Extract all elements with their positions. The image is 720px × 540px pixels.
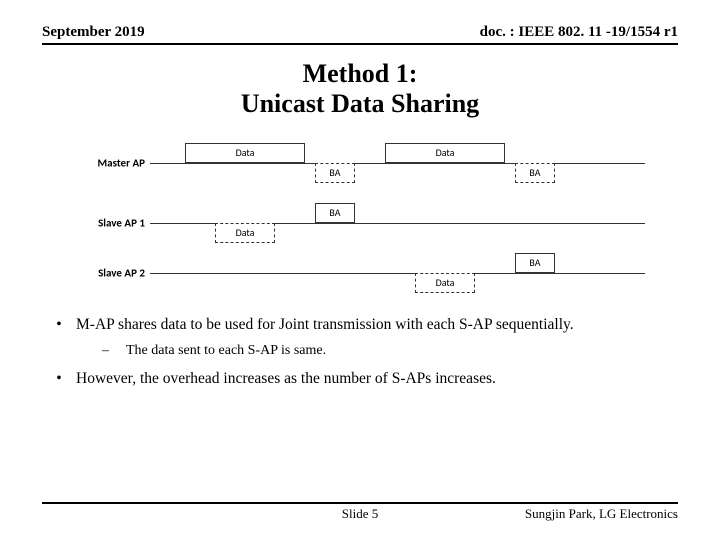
box-ba-1b: BA	[315, 203, 355, 223]
sub-bullet-marker: –	[102, 342, 126, 361]
header-date: September 2019	[42, 24, 145, 41]
slide-title: Method 1: Unicast Data Sharing	[42, 59, 678, 119]
box-ba-2a: BA	[515, 163, 555, 183]
title-line-1: Method 1:	[42, 59, 678, 89]
box-data-1: Data	[185, 143, 305, 163]
slide-header: September 2019 doc. : IEEE 802. 11 -19/1…	[42, 24, 678, 45]
footer-slide-num: Slide 5	[42, 506, 678, 522]
box-data-2: Data	[385, 143, 505, 163]
timing-diagram: Master AP Slave AP 1 Slave AP 2 Data BA …	[75, 135, 645, 295]
bullet-2-text: However, the overhead increases as the n…	[76, 369, 496, 390]
box-data-echo-2: Data	[415, 273, 475, 293]
bullet-marker: •	[42, 315, 76, 336]
bullet-1-sub-text: The data sent to each S-AP is same.	[126, 342, 326, 361]
bullet-marker: •	[42, 369, 76, 390]
row-label-slave1: Slave AP 1	[75, 216, 145, 229]
bullet-1: • M-AP shares data to be used for Joint …	[42, 315, 678, 336]
bullet-list: • M-AP shares data to be used for Joint …	[42, 315, 678, 396]
timeline-master	[150, 163, 645, 164]
header-docnum: doc. : IEEE 802. 11 -19/1554 r1	[480, 24, 678, 41]
timeline-slave2	[150, 273, 645, 274]
bullet-2: • However, the overhead increases as the…	[42, 369, 678, 390]
box-ba-1a: BA	[315, 163, 355, 183]
title-line-2: Unicast Data Sharing	[42, 89, 678, 119]
bullet-1-sub: – The data sent to each S-AP is same.	[102, 342, 678, 361]
box-data-echo-1: Data	[215, 223, 275, 243]
slide-footer: Slide 5 Sungjin Park, LG Electronics	[42, 504, 678, 522]
bullet-1-text: M-AP shares data to be used for Joint tr…	[76, 315, 574, 336]
row-label-master: Master AP	[75, 156, 145, 169]
row-label-slave2: Slave AP 2	[75, 266, 145, 279]
box-ba-2b: BA	[515, 253, 555, 273]
